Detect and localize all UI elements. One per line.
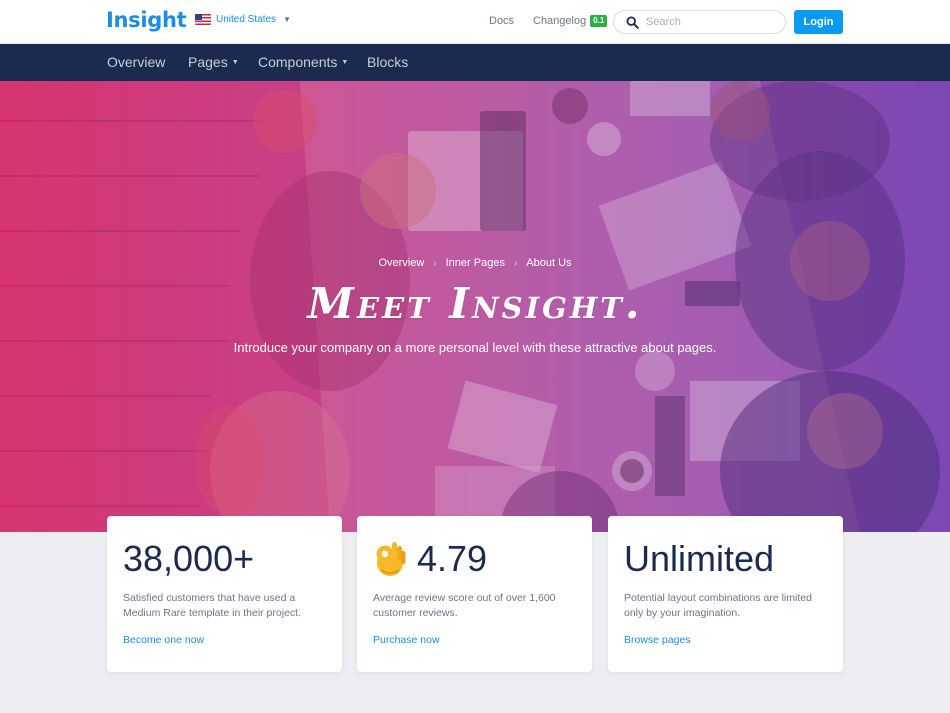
us-flag-icon: [195, 14, 211, 25]
search-box[interactable]: [613, 10, 786, 34]
page-title: Meet Insight.: [307, 279, 643, 328]
ok-hand-icon: [376, 542, 406, 576]
stat-card-layouts: Unlimited Potential layout combinations …: [608, 516, 843, 672]
nav-item-label: Pages: [188, 54, 228, 70]
stat-card-customers: 38,000+ Satisfied customers that have us…: [107, 516, 342, 672]
page-subtitle: Introduce your company on a more persona…: [233, 340, 717, 355]
stat-description: Potential layout combinations are limite…: [624, 592, 812, 619]
browse-pages-link[interactable]: Browse pages: [624, 634, 691, 646]
stat-description: Average review score out of over 1,600 c…: [373, 592, 556, 619]
changelog-label: Changelog: [533, 15, 587, 27]
nav-pages[interactable]: Pages ▼: [188, 54, 239, 70]
nav-item-label: Overview: [107, 54, 166, 70]
docs-link[interactable]: Docs: [489, 15, 514, 27]
chevron-right-icon: ›: [433, 257, 437, 269]
search-input[interactable]: [646, 16, 776, 28]
breadcrumb-item-overview[interactable]: Overview: [378, 257, 424, 269]
breadcrumb: Overview › Inner Pages › About Us: [0, 257, 950, 269]
stat-value-row: 4.79: [373, 538, 487, 580]
stat-card-reviews: 4.79 Average review score out of over 1,…: [357, 516, 592, 672]
nav-overview[interactable]: Overview: [107, 54, 165, 70]
main-nav: Overview Pages ▼ Components ▼ Blocks: [0, 44, 950, 81]
nav-item-label: Components: [258, 54, 338, 70]
logo[interactable]: Insight: [106, 8, 187, 32]
stat-value: Unlimited: [624, 538, 775, 579]
breadcrumb-item-inner-pages[interactable]: Inner Pages: [446, 257, 505, 269]
country-selector[interactable]: United States ▼: [195, 14, 291, 25]
nav-item-label: Blocks: [367, 54, 409, 70]
search-icon: [620, 11, 644, 33]
stat-value: 38,000+: [123, 538, 255, 579]
purchase-now-link[interactable]: Purchase now: [373, 634, 440, 646]
hero-section: Overview › Inner Pages › About Us Meet I…: [0, 81, 950, 532]
chevron-down-icon: ▼: [341, 58, 349, 66]
become-one-now-link[interactable]: Become one now: [123, 634, 204, 646]
changelog-link[interactable]: Changelog 0.1: [533, 15, 608, 27]
nav-components[interactable]: Components ▼: [258, 54, 348, 70]
top-header: Insight United States ▼ Docs Changelog 0…: [0, 0, 950, 44]
chevron-down-icon: ▼: [283, 15, 291, 24]
nav-blocks[interactable]: Blocks: [367, 54, 408, 70]
country-label: United States: [216, 14, 277, 25]
login-button[interactable]: Login: [794, 10, 843, 34]
stat-description: Satisfied customers that have used a Med…: [123, 592, 301, 619]
version-badge: 0.1: [590, 15, 608, 27]
breadcrumb-item-about-us: About Us: [526, 257, 572, 269]
chevron-down-icon: ▼: [231, 58, 239, 66]
stat-value: 4.79: [417, 538, 488, 579]
hero-content: Overview › Inner Pages › About Us Meet I…: [0, 81, 950, 532]
chevron-right-icon: ›: [513, 257, 518, 269]
